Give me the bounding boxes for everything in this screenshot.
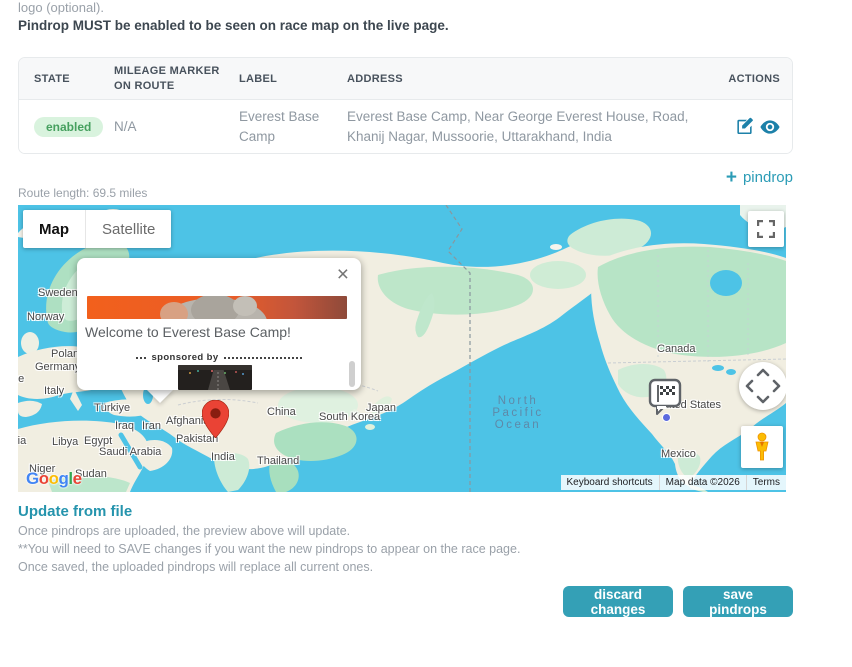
dots-right <box>224 357 302 359</box>
col-state: STATE <box>19 73 114 85</box>
sponsored-by-label: sponsored by <box>151 352 218 363</box>
map-attribution: Keyboard shortcuts Map data ©2026 Terms <box>561 475 787 490</box>
status-badge: enabled <box>34 117 103 137</box>
pindrop-warning: Pindrop MUST be enabled to be seen on ra… <box>18 18 449 33</box>
footer-line-3: Once saved, the uploaded pindrops will r… <box>18 560 373 574</box>
infowindow-scrollbar[interactable] <box>349 361 355 387</box>
footer-line-2: **You will need to SAVE changes if you w… <box>18 542 520 556</box>
col-label: LABEL <box>239 73 347 85</box>
page: logo (optional). Pindrop MUST be enabled… <box>0 0 852 667</box>
fullscreen-button[interactable] <box>748 211 784 247</box>
address-cell: Everest Base Camp, Near George Everest H… <box>347 107 720 146</box>
pan-control[interactable] <box>739 362 786 410</box>
pegman-icon[interactable] <box>741 426 783 468</box>
o1-letter: o <box>39 469 49 488</box>
map-canvas[interactable]: SwedenNorwayPolandGermanyFranceItalyTürk… <box>18 205 786 492</box>
mileage-cell: N/A <box>114 119 239 134</box>
table-header-row: STATE MILEAGE MARKER ON ROUTE LABEL ADDR… <box>19 58 792 100</box>
pindrop-table: STATE MILEAGE MARKER ON ROUTE LABEL ADDR… <box>18 57 793 154</box>
infowindow: × Welcome to Everest Base Cam <box>77 258 361 390</box>
terms-link[interactable]: Terms <box>746 475 786 490</box>
keyboard-shortcuts-link[interactable]: Keyboard shortcuts <box>561 475 659 490</box>
col-address: ADDRESS <box>347 73 720 85</box>
state-cell: enabled <box>19 117 114 137</box>
close-icon[interactable]: × <box>333 260 353 289</box>
google-logo[interactable]: Google <box>26 469 82 489</box>
route-length: Route length: 69.5 miles <box>18 186 147 200</box>
edit-icon[interactable] <box>735 117 754 136</box>
footer-line-1: Once pindrops are uploaded, the preview … <box>18 524 350 538</box>
discard-changes-button[interactable]: discard changes <box>563 586 673 617</box>
actions-cell <box>720 117 792 136</box>
save-pindrops-button[interactable]: save pindrops <box>683 586 793 617</box>
add-pindrop-link[interactable]: + pindrop <box>726 168 793 187</box>
pindrop-hero-image <box>87 296 347 319</box>
satellite-tab[interactable]: Satellite <box>85 210 171 248</box>
g-letter: G <box>26 469 39 488</box>
sponsored-by-row: sponsored by <box>77 352 361 363</box>
pindrop-marker[interactable] <box>202 400 229 443</box>
col-actions: ACTIONS <box>720 73 792 85</box>
infowindow-tail <box>146 389 174 403</box>
table-row: enabled N/A Everest Base Camp Everest Ba… <box>19 100 792 153</box>
label-cell: Everest Base Camp <box>239 107 347 146</box>
sponsor-image[interactable] <box>178 365 252 390</box>
col-mileage-label: MILEAGE MARKER ON ROUTE <box>114 65 220 92</box>
infowindow-title: Welcome to Everest Base Camp! <box>85 324 291 340</box>
plus-icon: + <box>726 168 737 187</box>
map-tab[interactable]: Map <box>23 210 85 248</box>
view-icon[interactable] <box>760 119 780 135</box>
col-mileage: MILEAGE MARKER ON ROUTE <box>114 64 239 94</box>
g2-letter: g <box>59 469 69 488</box>
logo-optional-note: logo (optional). <box>18 0 104 15</box>
map-type-control: Map Satellite <box>23 210 171 248</box>
route-point-dot <box>662 413 671 422</box>
e-letter: e <box>73 469 82 488</box>
dots-left <box>136 357 146 359</box>
map-data-copyright: Map data ©2026 <box>659 475 746 490</box>
update-from-file-heading: Update from file <box>18 503 132 520</box>
add-pindrop-label: pindrop <box>743 169 793 186</box>
o2-letter: o <box>49 469 59 488</box>
